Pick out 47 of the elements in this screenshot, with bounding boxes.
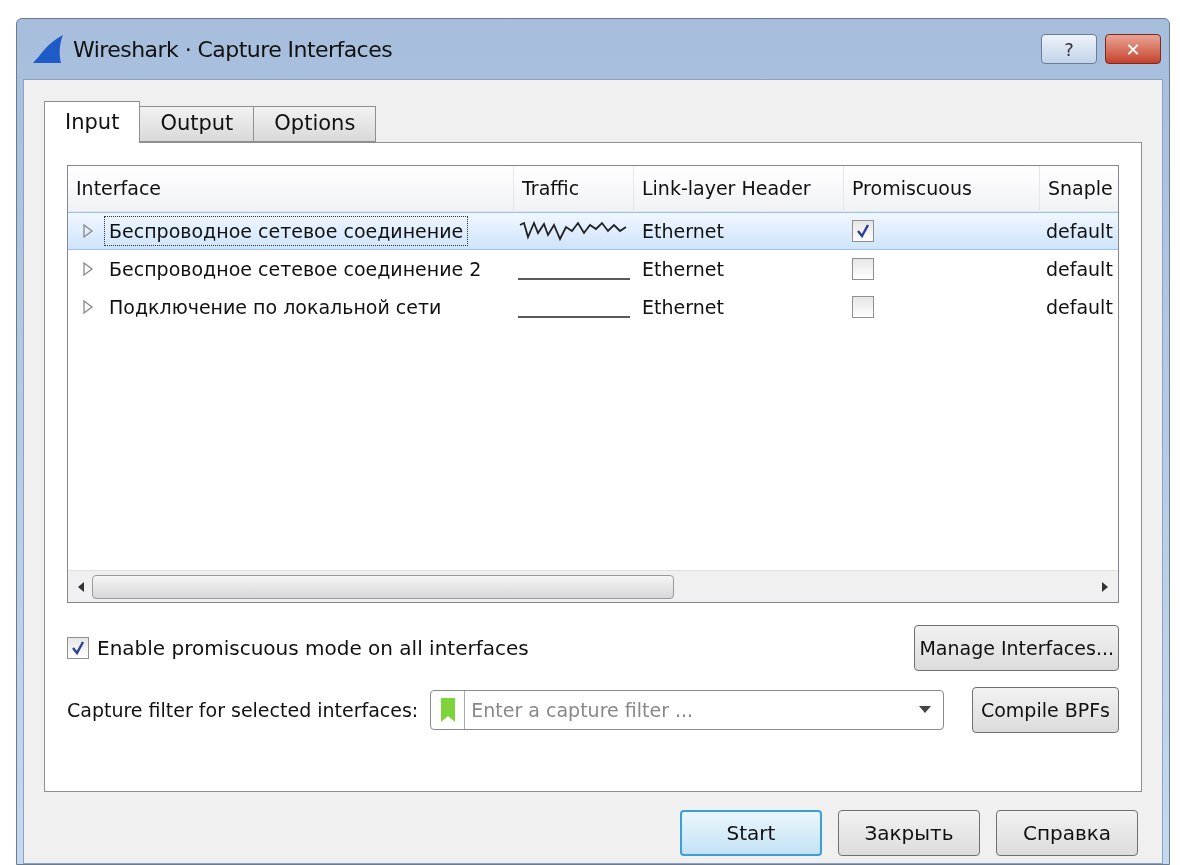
capture-filter-input[interactable]: Enter a capture filter ... <box>465 695 920 725</box>
tab[interactable]: Output <box>139 106 255 142</box>
horizontal-scrollbar[interactable] <box>68 570 1118 602</box>
table-row[interactable]: Беспроводное сетевое соединение 2 Ethernet default <box>68 250 1118 288</box>
filter-combobox[interactable]: Enter a capture filter ... <box>430 690 945 730</box>
table-row[interactable]: Беспроводное сетевое соединение Ethernet default <box>68 212 1118 250</box>
scrollbar-thumb[interactable] <box>92 574 674 599</box>
interface-name: Беспроводное сетевое соединение <box>104 215 469 247</box>
promiscuous-checkbox[interactable] <box>852 220 874 242</box>
scroll-right-icon[interactable] <box>1100 580 1110 593</box>
interface-name: Беспроводное сетевое соединение 2 <box>108 256 483 282</box>
compile-bpfs-button[interactable]: Compile BPFs <box>971 687 1119 733</box>
checkmark-icon <box>856 224 870 238</box>
checkbox-label: Enable promiscuous mode on all interfaces <box>97 635 529 662</box>
shark-fin-icon <box>31 35 65 63</box>
table-row[interactable]: Подключение по локальной сети Ethernet default <box>68 288 1118 326</box>
column-header[interactable]: Traffic <box>514 166 634 211</box>
filter-label: Capture filter for selected interfaces: <box>67 697 419 723</box>
collapsed-arrow-icon[interactable] <box>82 261 94 277</box>
table-cell-text: default <box>1045 218 1114 244</box>
tab[interactable]: Options <box>253 106 377 142</box>
collapsed-arrow-icon[interactable] <box>82 299 94 315</box>
column-header[interactable]: Interface <box>68 166 514 211</box>
interface-name: Подключение по локальной сети <box>108 294 443 320</box>
dropdown-arrow-icon[interactable] <box>919 706 932 714</box>
checkmark-icon <box>71 641 85 655</box>
column-header[interactable]: Promiscuous <box>844 166 1040 211</box>
collapsed-arrow-icon[interactable] <box>82 223 94 239</box>
manage-interfaces-button[interactable]: Manage Interfaces... <box>914 625 1119 671</box>
bookmark-icon[interactable] <box>440 698 455 722</box>
tab[interactable]: Input <box>44 101 141 143</box>
dialog-button[interactable]: Start <box>680 810 822 856</box>
table-cell-text: Ethernet <box>641 218 725 244</box>
column-header[interactable]: Snaple <box>1040 166 1118 211</box>
promiscuous-checkbox[interactable] <box>852 296 874 318</box>
table-cell-text: Ethernet <box>641 256 725 282</box>
dialog-button[interactable]: Закрыть <box>838 810 980 856</box>
checkbox[interactable] <box>67 637 89 659</box>
scroll-left-icon[interactable] <box>76 580 86 593</box>
promiscuous-checkbox[interactable] <box>852 258 874 280</box>
column-header[interactable]: Link-layer Header <box>634 166 844 211</box>
table-cell-text: default <box>1045 256 1114 282</box>
table-cell-text: default <box>1045 294 1114 320</box>
help-button[interactable]: ? <box>1041 34 1097 64</box>
dialog-button[interactable]: Справка <box>996 810 1138 856</box>
table-cell-text: Ethernet <box>641 294 725 320</box>
window-title: Wireshark · Capture Interfaces <box>73 35 394 64</box>
